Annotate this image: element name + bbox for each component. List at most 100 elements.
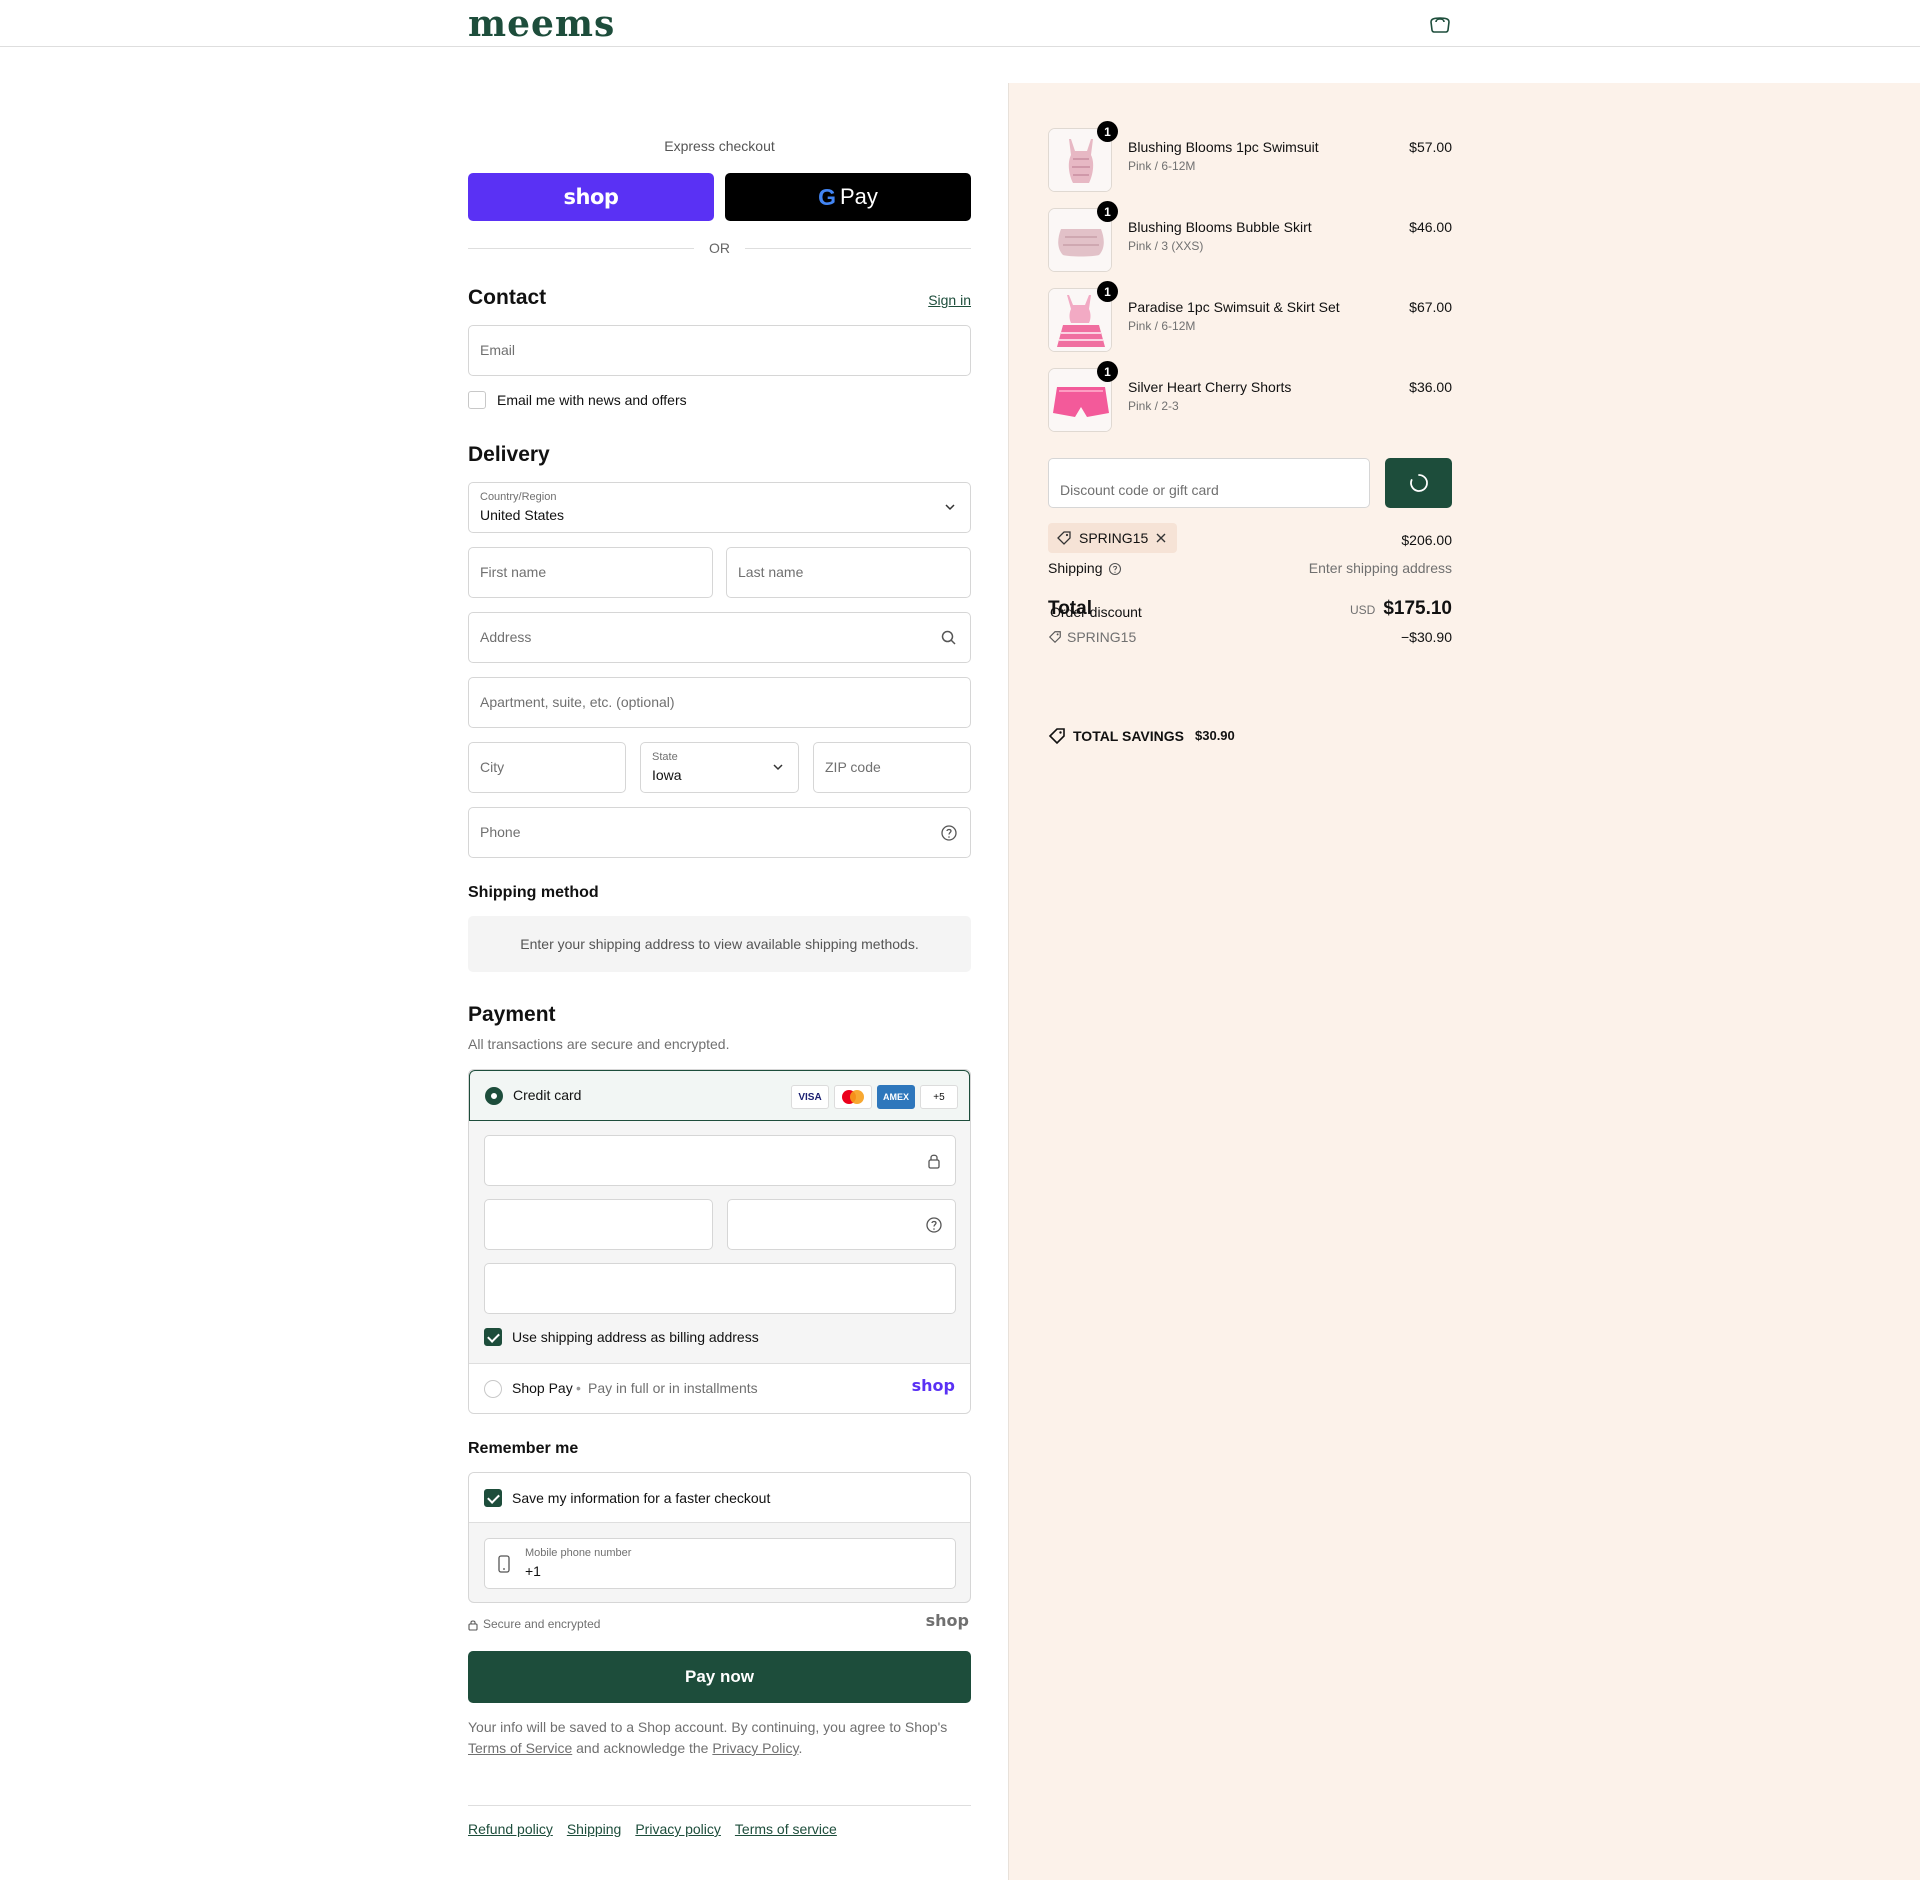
- sign-in-link[interactable]: Sign in: [928, 292, 971, 308]
- mastercard-icon: [834, 1085, 872, 1109]
- chevron-down-icon: [945, 504, 955, 511]
- shipping-method-message: Enter your shipping address to view avai…: [468, 916, 971, 972]
- shop-pay-subtext: Pay in full or in installments: [588, 1380, 758, 1396]
- last-name-field[interactable]: Last name: [726, 547, 971, 598]
- google-pay-button[interactable]: G Pay: [725, 173, 971, 221]
- discount-code-field[interactable]: Discount code or gift card: [1048, 458, 1370, 508]
- close-icon[interactable]: [1155, 532, 1167, 544]
- apply-discount-button[interactable]: [1385, 458, 1452, 508]
- discount-value: −$30.90: [1401, 629, 1452, 645]
- applied-discount-code: SPRING15: [1067, 629, 1137, 645]
- shop-pay-express-button[interactable]: shop: [468, 173, 714, 221]
- separator-dot: •: [576, 1380, 581, 1396]
- news-checkbox[interactable]: [468, 391, 486, 409]
- item-name: Blushing Blooms Bubble Skirt: [1128, 219, 1312, 235]
- store-logo[interactable]: meems: [468, 5, 615, 43]
- item-variant: Pink / 6-12M: [1128, 159, 1196, 173]
- billing-checkbox[interactable]: [484, 1328, 502, 1346]
- shipping-method-heading: Shipping method: [468, 884, 599, 901]
- shop-pay-radio[interactable]: [484, 1380, 502, 1398]
- footer-links: Refund policy Shipping Privacy policy Te…: [468, 1821, 837, 1837]
- refund-policy-link[interactable]: Refund policy: [468, 1821, 553, 1837]
- shipping-link[interactable]: Shipping: [567, 1821, 622, 1837]
- subtotal-value: $206.00: [1401, 532, 1452, 548]
- lock-icon: [928, 1154, 940, 1169]
- credit-card-radio[interactable]: [485, 1087, 503, 1105]
- address-field[interactable]: Address: [468, 612, 971, 663]
- or-divider: OR: [468, 238, 971, 258]
- shipping-value: Enter shipping address: [1308, 560, 1452, 576]
- security-code-field[interactable]: [727, 1199, 956, 1250]
- terms-of-service-link[interactable]: Terms of service: [735, 1821, 837, 1837]
- help-icon[interactable]: [1108, 562, 1122, 576]
- privacy-policy-link[interactable]: Privacy Policy: [712, 1740, 798, 1756]
- state-label: State: [652, 751, 678, 763]
- email-placeholder: Email: [480, 342, 516, 358]
- search-icon: [941, 630, 956, 645]
- expiration-field[interactable]: [484, 1199, 713, 1250]
- header: meems: [0, 0, 1920, 47]
- item-name: Blushing Blooms 1pc Swimsuit: [1128, 139, 1319, 155]
- shop-logo: shop: [563, 185, 619, 209]
- discount-chip: SPRING15: [1048, 523, 1178, 553]
- country-label: Country/Region: [480, 491, 557, 503]
- pay-now-button[interactable]: Pay now: [468, 1651, 971, 1703]
- total-savings-label: TOTAL SAVINGS: [1073, 728, 1184, 744]
- news-label: Email me with news and offers: [497, 392, 687, 408]
- more-cards-badge: +5: [920, 1085, 958, 1109]
- mobile-phone-field[interactable]: Mobile phone number +1: [484, 1538, 956, 1589]
- item-price: $67.00: [1409, 299, 1452, 315]
- name-on-card-field[interactable]: [484, 1263, 956, 1314]
- footer-divider: [468, 1805, 971, 1806]
- remember-me-box: Save my information for a faster checkou…: [468, 1472, 971, 1603]
- apartment-field[interactable]: Apartment, suite, etc. (optional): [468, 677, 971, 728]
- item-variant: Pink / 6-12M: [1128, 319, 1196, 333]
- item-variant: Pink / 2-3: [1128, 399, 1179, 413]
- help-icon[interactable]: [940, 824, 958, 842]
- item-name: Paradise 1pc Swimsuit & Skirt Set: [1128, 299, 1340, 315]
- mobile-phone-label: Mobile phone number: [525, 1547, 632, 1559]
- country-value: United States: [480, 507, 565, 523]
- payment-heading: Payment: [468, 1003, 556, 1026]
- shopping-bag-icon[interactable]: [1428, 14, 1452, 34]
- phone-field[interactable]: Phone: [468, 807, 971, 858]
- tag-icon: [1057, 531, 1071, 545]
- country-select[interactable]: Country/Region United States: [468, 482, 971, 533]
- email-field[interactable]: Email: [468, 325, 971, 376]
- quantity-badge: 1: [1097, 121, 1118, 142]
- currency-code: USD: [1349, 603, 1376, 617]
- phone-placeholder: Phone: [480, 824, 521, 840]
- lock-icon: [468, 1620, 478, 1631]
- shop-logo: shop: [925, 1611, 969, 1630]
- cart-item: 1 Silver Heart Cherry Shorts Pink / 2-3 …: [1048, 361, 1452, 434]
- chevron-down-icon: [773, 764, 783, 771]
- savings-tag-icon: [1048, 728, 1065, 745]
- shop-pay-option[interactable]: Shop Pay • Pay in full or in installment…: [469, 1363, 970, 1413]
- apartment-placeholder: Apartment, suite, etc. (optional): [480, 694, 675, 710]
- shipping-label: Shipping: [1048, 560, 1103, 576]
- payment-subtext: All transactions are secure and encrypte…: [468, 1036, 730, 1052]
- legal-text-part: .: [798, 1740, 803, 1756]
- credit-card-label: Credit card: [513, 1087, 582, 1103]
- quantity-badge: 1: [1097, 361, 1118, 382]
- card-number-field[interactable]: [484, 1135, 956, 1186]
- item-price: $46.00: [1409, 219, 1452, 235]
- terms-of-service-link[interactable]: Terms of Service: [468, 1740, 572, 1756]
- save-info-checkbox[interactable]: [484, 1489, 502, 1507]
- zip-field[interactable]: ZIP code: [813, 742, 971, 793]
- total-value: $175.10: [1383, 598, 1452, 619]
- secure-encrypted-text: Secure and encrypted: [483, 1617, 601, 1631]
- first-name-field[interactable]: First name: [468, 547, 713, 598]
- state-select[interactable]: State Iowa: [640, 742, 799, 793]
- help-icon[interactable]: [925, 1216, 943, 1234]
- shop-logo: shop: [911, 1376, 955, 1395]
- city-field[interactable]: City: [468, 742, 626, 793]
- total-amount: USD $175.10: [1350, 598, 1452, 620]
- privacy-policy-link[interactable]: Privacy policy: [635, 1821, 721, 1837]
- credit-card-option[interactable]: Credit card VISA AMEX +5: [469, 1070, 970, 1121]
- quantity-badge: 1: [1097, 201, 1118, 222]
- amex-icon: AMEX: [877, 1085, 915, 1109]
- cart-item: 1 Blushing Blooms Bubble Skirt Pink / 3 …: [1048, 201, 1452, 274]
- quantity-badge: 1: [1097, 281, 1118, 302]
- last-name-placeholder: Last name: [738, 564, 804, 580]
